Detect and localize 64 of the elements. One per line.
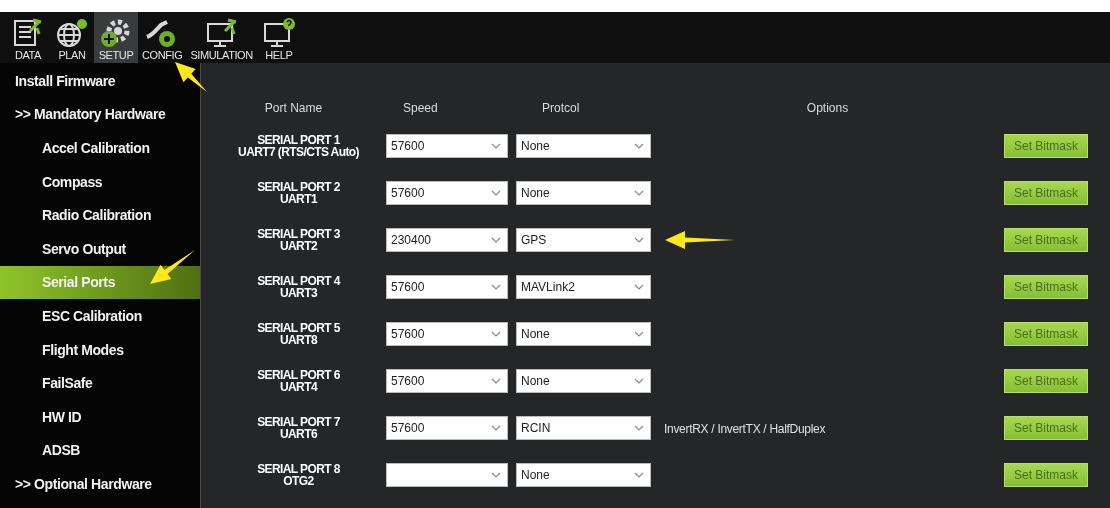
column-header: Port Name	[264, 99, 323, 117]
port-name: SERIAL PORT 6 UART4	[256, 368, 341, 393]
column-header: Protcol	[541, 99, 580, 117]
speed-dropdown[interactable]: 57600	[386, 274, 508, 299]
port-name: SERIAL PORT 7 UART6	[256, 415, 341, 440]
protocol-dropdown[interactable]: None	[516, 368, 651, 393]
chevron-down-icon	[491, 330, 501, 337]
port-name: SERIAL PORT 2 UART1	[256, 180, 341, 205]
sidebar-item[interactable]: ESC Calibration	[0, 299, 200, 333]
chevron-down-icon	[491, 424, 501, 431]
chevron-down-icon	[634, 330, 644, 337]
chevron-down-icon	[634, 471, 644, 478]
protocol-dropdown[interactable]: None	[516, 321, 651, 346]
protocol-dropdown[interactable]: GPS	[516, 227, 651, 252]
speed-dropdown[interactable]: 230400	[386, 227, 508, 252]
speed-dropdown[interactable]: 57600	[386, 133, 508, 158]
sidebar-item[interactable]: Compass	[0, 164, 200, 199]
chevron-down-icon	[634, 283, 644, 290]
chevron-down-icon	[634, 189, 644, 196]
port-name: SERIAL PORT 1 UART7 (RTS/CTS Auto)	[237, 133, 360, 158]
speed-dropdown[interactable]: 57600	[386, 180, 508, 205]
toolbar-tab[interactable]: SIMULATION	[186, 12, 257, 63]
protocol-dropdown[interactable]: None	[516, 180, 651, 205]
chevron-down-icon	[491, 236, 501, 243]
column-header: Options	[806, 99, 849, 117]
port-name: SERIAL PORT 4 UART3	[256, 274, 342, 299]
sidebar-item[interactable]: Install Firmware	[0, 64, 200, 98]
toolbar-tab[interactable]: SETUP	[94, 12, 138, 63]
toolbar-tab[interactable]: HELP	[256, 12, 301, 63]
speed-dropdown[interactable]	[386, 462, 508, 487]
chevron-down-icon	[491, 283, 501, 290]
chevron-down-icon	[634, 142, 644, 149]
speed-dropdown[interactable]: 57600	[386, 415, 508, 440]
toolbar-tab[interactable]: PLAN	[50, 12, 94, 63]
sidebar-item[interactable]: Flight Modes	[0, 332, 200, 367]
speed-dropdown[interactable]: 57600	[386, 321, 508, 346]
speed-dropdown[interactable]: 57600	[386, 368, 508, 393]
chevron-down-icon	[491, 189, 501, 196]
toolbar-tab[interactable]: CONFIG	[138, 12, 187, 63]
chevron-down-icon	[634, 377, 644, 384]
sidebar-item[interactable]: Servo Output	[0, 231, 200, 266]
sidebar-item[interactable]: ADSB	[0, 433, 200, 468]
chevron-down-icon	[491, 377, 501, 384]
sidebar-item[interactable]: Accel Calibration	[0, 131, 200, 165]
column-header: Speed	[402, 99, 438, 117]
chevron-down-icon	[491, 142, 501, 149]
sidebar-item[interactable]: HW ID	[0, 399, 200, 434]
globe-icon	[54, 17, 90, 49]
sidebar-item[interactable]: Radio Calibration	[0, 198, 200, 232]
chevron-down-icon	[634, 236, 644, 243]
chevron-down-icon	[634, 424, 644, 431]
sidebar-item[interactable]: FailSafe	[0, 366, 200, 400]
chevron-down-icon	[491, 471, 501, 478]
port-name: SERIAL PORT 3 UART2	[256, 227, 341, 252]
sidebar-item[interactable]: >> Optional Hardware	[0, 467, 200, 501]
port-name: SERIAL PORT 5 UART8	[256, 321, 341, 346]
sidebar-item[interactable]: >> Mandatory Hardware	[0, 97, 200, 132]
toolbar-tab[interactable]: DATA	[6, 12, 50, 63]
protocol-dropdown[interactable]: None	[516, 462, 651, 487]
protocol-dropdown[interactable]: None	[516, 133, 651, 158]
options-text: InvertRX / InvertTX / HalfDuplex	[663, 421, 826, 436]
protocol-dropdown[interactable]: MAVLink2	[516, 274, 651, 299]
protocol-dropdown[interactable]: RCIN	[516, 415, 651, 440]
port-name: SERIAL PORT 8 OTG2	[256, 462, 341, 487]
